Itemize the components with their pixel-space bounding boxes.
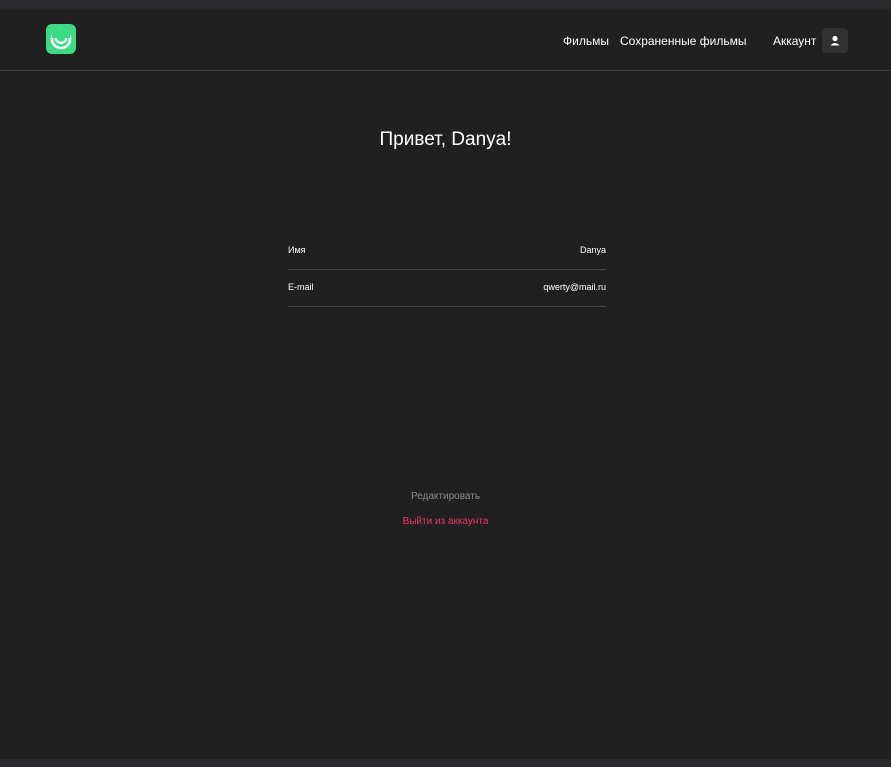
logo[interactable] <box>46 24 76 54</box>
email-value: qwerty@mail.ru <box>543 282 606 292</box>
page: Фильмы Сохраненные фильмы Аккаунт Привет… <box>0 10 891 759</box>
nav-link-account[interactable]: Аккаунт <box>773 34 816 48</box>
smile-icon <box>50 28 72 50</box>
name-label: Имя <box>288 245 306 255</box>
email-label: E-mail <box>288 282 314 292</box>
name-value: Danya <box>579 245 606 255</box>
nav-link-saved-films[interactable]: Сохраненные фильмы <box>620 34 746 48</box>
header: Фильмы Сохраненные фильмы Аккаунт <box>0 10 891 71</box>
profile-row-name: Имя Danya <box>288 233 606 270</box>
account-button[interactable] <box>822 28 848 53</box>
profile-table: Имя Danya E-mail qwerty@mail.ru <box>288 233 606 307</box>
nav-link-films[interactable]: Фильмы <box>563 34 609 48</box>
profile-row-email: E-mail qwerty@mail.ru <box>288 270 606 307</box>
edit-button[interactable]: Редактировать <box>411 491 480 502</box>
edit-button-container: Редактировать <box>0 491 891 503</box>
logout-button-container: Выйти из аккаунта <box>0 516 891 528</box>
page-title: Привет, Danya! <box>379 129 512 150</box>
user-icon <box>830 35 840 46</box>
logout-button[interactable]: Выйти из аккаунта <box>403 516 489 527</box>
